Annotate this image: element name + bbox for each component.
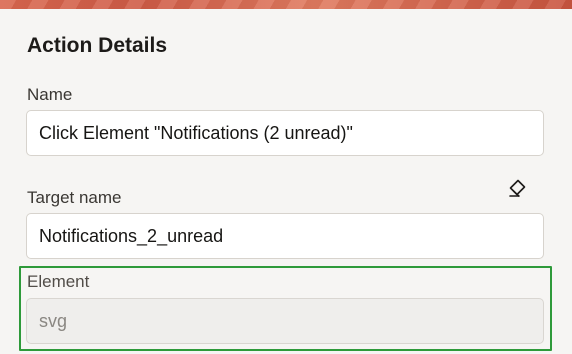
target-name-input[interactable] <box>26 213 544 259</box>
element-label: Element <box>27 272 90 291</box>
eraser-icon <box>509 179 526 197</box>
header-banner <box>0 0 572 9</box>
panel-title: Action Details <box>27 34 168 57</box>
clear-target-name-button[interactable] <box>505 176 529 200</box>
name-label: Name <box>27 85 73 104</box>
element-input <box>26 298 544 344</box>
name-input[interactable] <box>26 110 544 156</box>
target-name-label: Target name <box>27 188 122 207</box>
